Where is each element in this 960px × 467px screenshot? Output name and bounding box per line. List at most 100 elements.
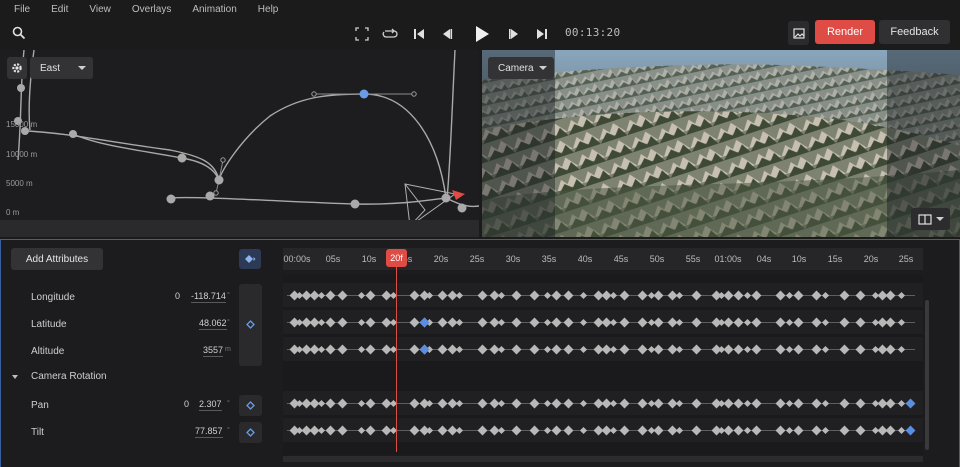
keyframe-diamond[interactable] — [477, 425, 488, 436]
keyframe-diamond[interactable] — [897, 318, 906, 327]
keyframe-diamond[interactable] — [743, 318, 752, 327]
keyframe-diamond[interactable] — [543, 291, 552, 300]
keyframe-diamond[interactable] — [619, 290, 630, 301]
keyframe-diamond[interactable] — [775, 290, 786, 301]
skip-to-end-icon[interactable] — [531, 23, 553, 45]
keyframe-diamond[interactable] — [775, 344, 786, 355]
keyframe-diamond[interactable] — [357, 318, 366, 327]
keyframe-diamond[interactable] — [675, 399, 684, 408]
keyframe-diamond[interactable] — [609, 426, 618, 435]
keyframe-diamond[interactable] — [885, 425, 896, 436]
keyframe-diamond[interactable] — [325, 398, 336, 409]
keyframe-diamond[interactable] — [437, 425, 448, 436]
track-altitude[interactable] — [283, 337, 923, 361]
keyframe-diamond[interactable] — [337, 398, 348, 409]
search-icon[interactable] — [12, 26, 28, 42]
menu-overlays[interactable]: Overlays — [132, 4, 171, 15]
keyframe-diamond[interactable] — [563, 317, 574, 328]
track-tilt[interactable] — [283, 418, 923, 442]
keyframe-diamond[interactable] — [543, 345, 552, 354]
keyframe-diamond[interactable] — [775, 317, 786, 328]
keyframe-diamond[interactable] — [691, 317, 702, 328]
keyframe-diamond[interactable] — [325, 317, 336, 328]
keyframe-diamond[interactable] — [723, 425, 734, 436]
keyframe-diamond[interactable] — [743, 345, 752, 354]
keyframe-diamond[interactable] — [723, 344, 734, 355]
keyframe-diamond[interactable] — [793, 290, 804, 301]
keyframe-diamond[interactable] — [325, 344, 336, 355]
camera-path-graph[interactable]: East 15000 m 10000 m 5000 m 0 m — [0, 50, 479, 237]
keyframe-diamond[interactable] — [579, 291, 588, 300]
keyframe-diamond[interactable] — [723, 317, 734, 328]
keyframe-diamond[interactable] — [409, 344, 420, 355]
keyframe-diamond[interactable] — [365, 344, 376, 355]
keyframe-diamond[interactable] — [751, 317, 762, 328]
keyframe-diamond[interactable] — [609, 399, 618, 408]
menu-file[interactable]: File — [14, 4, 30, 15]
keyframe-diamond[interactable] — [855, 290, 866, 301]
keyframe-diamond[interactable] — [723, 398, 734, 409]
menu-animation[interactable]: Animation — [192, 4, 236, 15]
keyframe-diamond[interactable] — [477, 317, 488, 328]
keyframe-diamond[interactable] — [653, 317, 664, 328]
keyframe-diamond[interactable] — [551, 290, 562, 301]
keyframe-diamond[interactable] — [733, 290, 744, 301]
keyframe-diamond[interactable] — [529, 317, 540, 328]
keyframe-diamond[interactable] — [551, 398, 562, 409]
latitude-value[interactable]: 48.062 — [199, 318, 227, 330]
keyframe-diamond[interactable] — [543, 426, 552, 435]
keyframe-diamond[interactable] — [365, 290, 376, 301]
keyframe-diamond[interactable] — [733, 317, 744, 328]
keyframe-diamond[interactable] — [885, 344, 896, 355]
keyframe-diamond[interactable] — [637, 425, 648, 436]
keyframe-diamond[interactable] — [619, 398, 630, 409]
altitude-value[interactable]: 3557 — [203, 345, 224, 357]
feedback-button[interactable]: Feedback — [879, 20, 950, 44]
camera-preview[interactable]: Camera — [482, 50, 960, 237]
keyframe-diamond[interactable] — [579, 318, 588, 327]
keyframe-diamond[interactable] — [609, 291, 618, 300]
keyframe-diamond[interactable] — [811, 398, 822, 409]
keyframe-diamond[interactable] — [821, 426, 830, 435]
keyframe-diamond[interactable] — [337, 290, 348, 301]
time-ruler[interactable]: 00:00s 05s 10s 15s 20s 25s 30s 35s 40s 4… — [283, 248, 923, 270]
keyframe-diamond[interactable] — [477, 290, 488, 301]
fit-keyframes-button[interactable] — [239, 249, 261, 269]
keyframe-diamond[interactable] — [437, 398, 448, 409]
camera-dropdown[interactable]: Camera — [488, 57, 554, 79]
keyframe-diamond[interactable] — [511, 317, 522, 328]
vertical-scrollbar[interactable] — [925, 300, 929, 450]
keyframe-diamond[interactable] — [885, 317, 896, 328]
keyframe-diamond[interactable] — [477, 344, 488, 355]
keyframe-diamond[interactable] — [563, 398, 574, 409]
keyframe-diamond[interactable] — [733, 425, 744, 436]
layout-toggle-button[interactable] — [911, 208, 950, 230]
keyframe-diamond[interactable] — [675, 318, 684, 327]
keyframe-diamond[interactable] — [409, 398, 420, 409]
image-export-button[interactable] — [788, 21, 809, 45]
keyframe-diamond[interactable] — [579, 345, 588, 354]
keyframe-diamond[interactable] — [811, 425, 822, 436]
keyframe-diamond[interactable] — [653, 398, 664, 409]
keyframe-diamond[interactable] — [675, 345, 684, 354]
track-longitude[interactable] — [283, 283, 923, 307]
keyframe-diamond[interactable] — [409, 290, 420, 301]
keyframe-diamond-selected[interactable] — [905, 425, 916, 436]
keyframe-diamond[interactable] — [751, 425, 762, 436]
keyframe-diamond[interactable] — [785, 291, 794, 300]
keyframe-diamond[interactable] — [723, 290, 734, 301]
keyframe-diamond[interactable] — [855, 398, 866, 409]
latitude-keyframe-toggle[interactable] — [239, 314, 262, 335]
loop-icon[interactable] — [379, 23, 401, 45]
keyframe-diamond[interactable] — [529, 398, 540, 409]
keyframe-diamond[interactable] — [337, 317, 348, 328]
keyframe-diamond[interactable] — [885, 398, 896, 409]
keyframe-diamond[interactable] — [325, 290, 336, 301]
keyframe-diamond[interactable] — [821, 345, 830, 354]
keyframe-diamond[interactable] — [563, 425, 574, 436]
menu-edit[interactable]: Edit — [51, 4, 68, 15]
keyframe-diamond[interactable] — [885, 290, 896, 301]
keyframe-diamond[interactable] — [691, 344, 702, 355]
keyframe-diamond[interactable] — [409, 425, 420, 436]
keyframe-diamond[interactable] — [743, 399, 752, 408]
